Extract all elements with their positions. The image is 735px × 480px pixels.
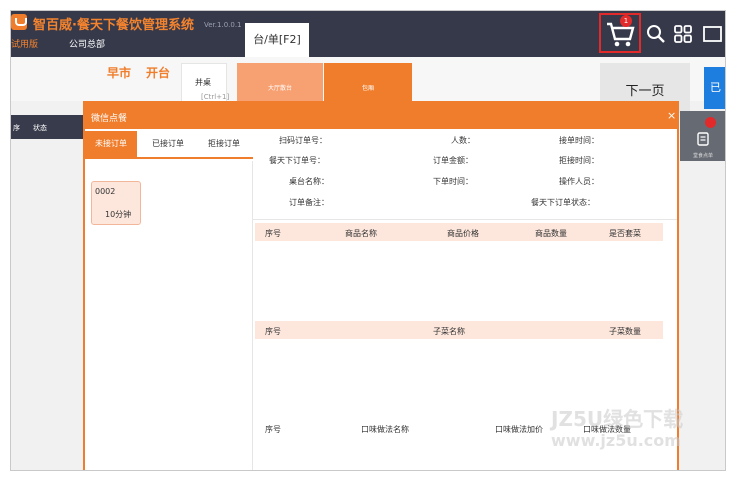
tab-rejected-orders[interactable]: 拒接订单 (197, 131, 251, 157)
side-blue-button[interactable]: 已 (704, 67, 725, 109)
logo-icon (11, 14, 27, 30)
company-label: 公司总部 (69, 40, 106, 50)
order-tabs: 未接订单 已接订单 拒接订单 (85, 131, 253, 159)
goods-col-index: 序号 (265, 229, 281, 238)
ctx-order-no-label: 餐天下订单号： (269, 156, 325, 165)
order-icon (697, 132, 709, 146)
notification-badge (705, 117, 716, 128)
sub-dish-table-header: 序号 子菜名称 子菜数量 (255, 321, 663, 339)
trial-label: 试用版 (11, 40, 39, 50)
dine-in-order-label: 堂食点单 (692, 153, 713, 159)
merge-table-shortcut: [Ctrl+1] (201, 93, 230, 101)
accept-time-label: 接单时间： (559, 136, 599, 145)
section-divider (253, 219, 677, 220)
operator-label: 操作人员： (559, 177, 599, 186)
sub-col-name: 子菜名称 (433, 327, 465, 336)
sub-col-index: 序号 (265, 327, 281, 336)
watermark-title: JZ5U绿色下载 (551, 407, 684, 431)
tab-table-order[interactable]: 台/单[F2] (245, 23, 309, 57)
flavor-col-price: 口味做法加价 (495, 425, 543, 434)
goods-col-combo: 是否套菜 (609, 229, 641, 238)
order-time-label: 下单时间： (433, 177, 473, 186)
close-icon[interactable]: × (667, 109, 676, 122)
tab-pending-orders[interactable]: 未接订单 (85, 131, 137, 157)
goods-col-qty: 商品数量 (535, 229, 567, 238)
goods-col-price: 商品价格 (447, 229, 479, 238)
scan-order-no-label: 扫码订单号： (279, 136, 327, 145)
people-label: 人数： (451, 136, 475, 145)
order-number: 0002 (95, 187, 116, 196)
app-version: Ver.1.0.0.1 (204, 21, 242, 29)
open-table-button[interactable]: 开台 (146, 64, 170, 81)
app-title: 智百威·餐天下餐饮管理系统 (33, 18, 194, 33)
reject-time-label: 拒接时间： (559, 156, 599, 165)
cart-badge: 1 (620, 15, 632, 27)
dialog-title: 微信点餐 (91, 114, 128, 124)
search-icon[interactable] (645, 23, 667, 45)
goods-table-header: 序号 商品名称 商品价格 商品数量 是否套菜 (255, 223, 663, 241)
left-header-status: 状态 (33, 124, 47, 132)
tab-accepted-orders[interactable]: 已接订单 (141, 131, 195, 157)
sub-col-qty: 子菜数量 (609, 327, 641, 336)
market-label[interactable]: 早市 (107, 64, 131, 81)
table-name-label: 桌台名称： (289, 177, 329, 186)
order-elapsed: 10分钟 (105, 210, 132, 219)
left-header-index: 序 (13, 124, 20, 132)
grid-icon[interactable] (672, 23, 694, 45)
remark-label: 订单备注： (289, 198, 329, 207)
merge-table-label: 并桌 (195, 78, 211, 87)
dialog-header (85, 103, 677, 129)
app-window: 智百威·餐天下餐饮管理系统 Ver.1.0.0.1 试用版 公司总部 台/单[F… (10, 10, 726, 471)
watermark-url: www.jz5u.com (551, 431, 681, 450)
window-icon[interactable] (701, 23, 723, 45)
ctx-status-label: 餐天下订单状态： (531, 198, 595, 207)
order-amount-label: 订单金额： (433, 156, 473, 165)
flavor-col-index: 序号 (265, 425, 281, 434)
goods-col-name: 商品名称 (345, 229, 377, 238)
flavor-col-name: 口味做法名称 (361, 425, 409, 434)
left-list-header (11, 115, 83, 139)
